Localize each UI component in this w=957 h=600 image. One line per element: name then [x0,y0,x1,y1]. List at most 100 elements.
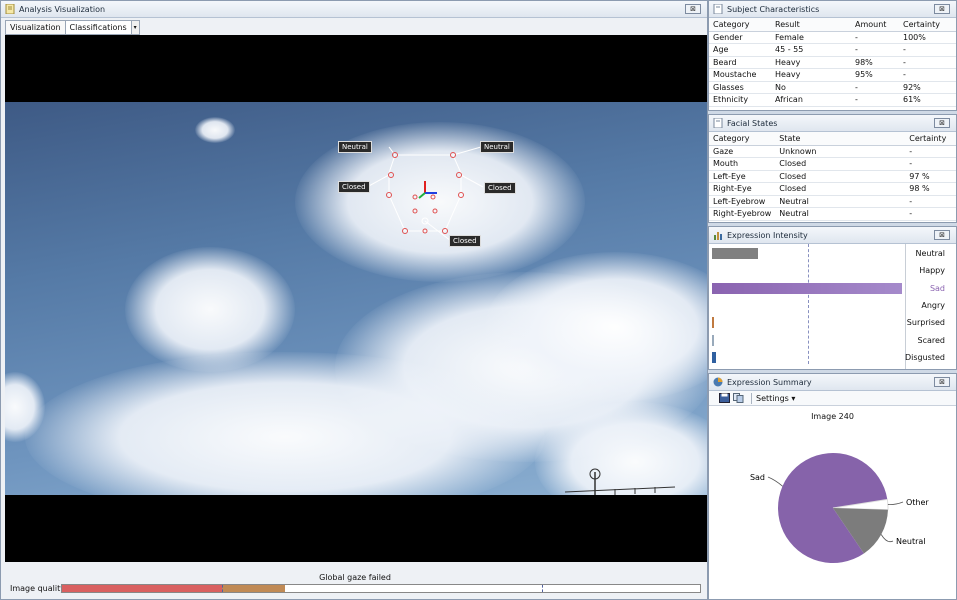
table-cell: 61% [899,93,956,107]
face-label-neutral-left: Neutral [338,141,372,153]
table-cell: - [899,68,956,82]
table-cell: Right-Eyebrow [709,207,776,221]
facial-states-titlebar: Facial States ⊠ [709,115,956,132]
face-landmark-overlay [366,146,484,242]
document-icon [5,3,15,15]
column-header[interactable]: Category [709,18,771,32]
table-cell: 92% [899,81,956,94]
column-header[interactable]: Amount [851,18,899,32]
table-cell: 100% [899,31,956,44]
intensity-bar [712,334,714,346]
face-label-closed-left: Closed [338,181,370,193]
table-cell: Neutral [775,207,906,221]
table-cell: Heavy [771,56,851,69]
table-row[interactable]: Mouth Closed - [709,157,956,171]
table-cell: - [905,195,956,208]
table-cell: Glasses [709,81,771,94]
subject-table: Category Result Amount Certainty Gender F… [709,18,956,107]
chevron-down-icon[interactable]: ▾ [130,20,140,35]
intensity-label: Sad [929,283,945,293]
copy-icon[interactable] [733,393,744,403]
image-quality-label: Image quality [10,584,65,593]
table-row[interactable]: Left-Eyebrow Neutral - [709,195,956,208]
column-header[interactable]: Result [771,18,851,32]
subject-characteristics-pane: Subject Characteristics ⊠ Category Resul… [708,0,957,111]
table-cell: Mouth [709,157,776,171]
table-cell: Closed [775,157,906,171]
close-icon[interactable]: ⊠ [934,118,950,128]
column-header[interactable]: State [775,132,906,146]
pane-title: Subject Characteristics [727,4,820,14]
table-cell: Left-Eye [709,170,776,183]
intensity-chart: Neutral Happy Sad Angry Surprised Scared Disgu… [709,244,956,369]
table-cell: Heavy [771,68,851,82]
table-cell: 97 % [905,170,956,183]
pie-leader-line [887,501,904,506]
column-header[interactable]: Certainty [899,18,956,32]
table-cell: - [851,43,899,57]
table-cell: 98% [851,56,899,69]
table-cell: Right-Eye [709,182,776,196]
expression-summary-pane: Expression Summary ⊠ Settings ▾ Image 24… [708,373,957,600]
facial-states-table: Category State Certainty Gaze Unknown - Mou… [709,132,956,221]
table-cell: Closed [775,170,906,183]
table-row[interactable]: Glasses No -92% [709,81,956,94]
facial-states-pane: Facial States ⊠ Category State Certainty… [708,114,957,223]
document-icon [713,117,723,129]
table-cell: Beard [709,56,771,69]
image-quality-fill-primary [62,585,222,592]
analysis-visualization-pane: Analysis Visualization ⊠ Visualization C… [0,0,708,600]
table-cell: Moustache [709,68,771,82]
intensity-label: Scared [917,335,946,345]
intensity-bar [712,317,714,329]
pie-leader-line [880,534,894,543]
image-quality-tick [222,585,223,592]
tab-classifications[interactable]: Classifications [64,20,132,35]
face-label-closed-right: Closed [484,182,516,194]
table-cell: Ethnicity [709,93,771,107]
pie-label: Neutral [896,537,926,546]
intensity-bar [712,282,902,294]
close-icon[interactable]: ⊠ [934,4,950,14]
view-tabs: Visualization Classifications ▾ [5,20,140,35]
table-row[interactable]: Beard Heavy 98% - [709,56,956,69]
expression-summary-titlebar: Expression Summary ⊠ [709,374,956,391]
intensity-label: Angry [921,300,945,310]
column-header[interactable]: Certainty [905,132,956,146]
pie-leader-line [767,476,783,487]
table-cell: - [851,31,899,44]
table-row[interactable]: Gaze Unknown - [709,145,956,158]
pane-title: Analysis Visualization [19,4,106,14]
image-quality-fill-secondary [221,585,286,592]
close-icon[interactable]: ⊠ [934,230,950,240]
table-cell: 98 % [905,182,956,196]
settings-dropdown[interactable]: Settings ▾ [756,394,795,403]
table-cell: - [899,43,956,57]
close-icon[interactable]: ⊠ [934,377,950,387]
intensity-reference-line [808,244,809,364]
expression-pie-chart: Sad Other Neutral [750,453,929,563]
tab-visualization[interactable]: Visualization [5,20,66,35]
table-cell: African [771,93,851,107]
gaze-status: Global gaze failed [319,573,391,582]
table-row[interactable]: Right-Eyebrow Neutral - [709,207,956,221]
table-row[interactable]: Moustache Heavy 95% - [709,68,956,82]
document-icon [713,3,723,15]
intensity-label: Happy [919,266,945,276]
image-quality-bar [61,584,701,593]
table-row[interactable]: Right-Eye Closed 98 % [709,182,956,196]
table-cell: Unknown [775,145,906,158]
table-row[interactable]: Gender Female -100% [709,31,956,44]
table-row[interactable]: Left-Eye Closed 97 % [709,170,956,183]
table-cell: Gender [709,31,771,44]
table-row[interactable]: Age 45 - 55- - [709,43,956,57]
table-cell: Female [771,31,851,44]
table-cell: - [851,93,899,107]
expression-intensity-titlebar: Expression Intensity ⊠ [709,227,956,244]
column-header[interactable]: Category [709,132,776,146]
table-row[interactable]: Ethnicity African -61% [709,93,956,107]
image-quality-tick [542,585,543,592]
save-icon[interactable] [719,393,730,403]
video-frame[interactable]: Neutral Neutral Closed Closed Closed [5,35,707,562]
close-icon[interactable]: ⊠ [685,4,701,14]
